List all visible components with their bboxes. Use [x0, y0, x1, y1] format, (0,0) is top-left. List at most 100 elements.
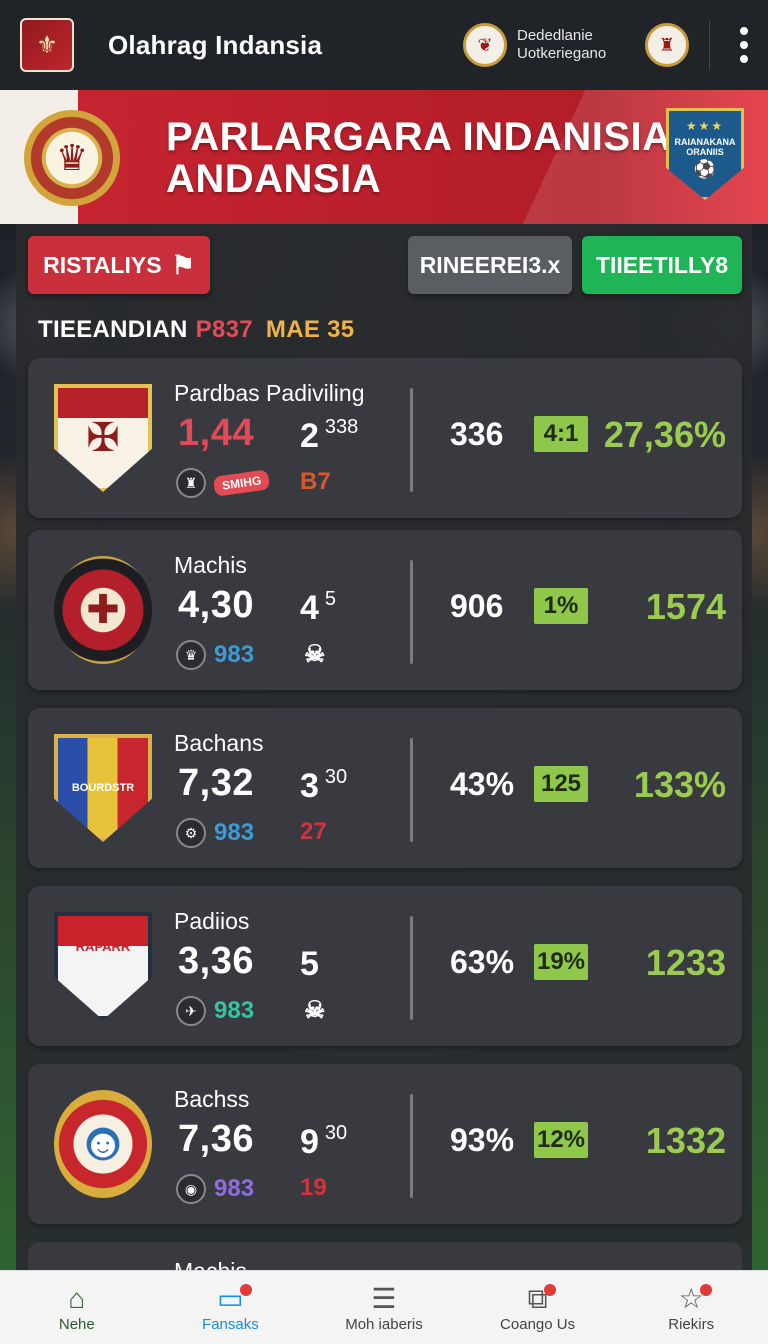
score-main: 1,44	[178, 412, 254, 454]
card-divider	[410, 560, 413, 664]
results-button[interactable]: RISTALIYS ⚑	[28, 236, 210, 294]
crest-text: RAIANAKANA ORANIIS	[674, 137, 736, 157]
club-mini-icon: ♜	[176, 468, 206, 498]
hero-banner: ♛ PARLARGARA INDANISIA ANDANSIA ★★★ RAIA…	[0, 90, 768, 224]
stat-value: 43%	[450, 766, 515, 802]
match-card[interactable]: ☻ Bachss 7,36 9 30 ◉ 983 19 93% 12% 1332	[28, 1064, 742, 1224]
team-name: Machis	[174, 552, 247, 578]
score-main: 7,36	[178, 1118, 254, 1160]
more-options-icon[interactable]	[740, 27, 748, 63]
notification-dot	[699, 1284, 712, 1296]
card-divider	[410, 1094, 413, 1198]
star-icon: ☆	[679, 1282, 712, 1316]
score-sub: 3 30	[300, 766, 347, 806]
player-icon: ☠	[304, 997, 326, 1024]
chart-icon: ⧉	[528, 1282, 556, 1316]
section-title-extra: MAE 35	[265, 316, 355, 343]
club-badge-icon[interactable]: ❦	[463, 23, 507, 67]
match-card[interactable]: RAPARR Padiios 3,36 5 ✈ 983 ☠ 63% 19% 12…	[28, 886, 742, 1046]
score-sub-value: 3	[300, 767, 319, 805]
score-sub: 2 338	[300, 416, 358, 456]
percentage-value: 133%	[633, 764, 726, 805]
nav-fansaks-label: Fansaks	[202, 1316, 259, 1333]
score-sub-sup: 30	[324, 766, 348, 788]
crest-stars-icon: ★★★	[685, 119, 725, 133]
mini-number: 983	[214, 1175, 255, 1202]
crest-ball-icon: ⚽	[693, 159, 717, 179]
mini-stats: ⚙ 983	[176, 818, 254, 848]
flag-icon: ⚑	[171, 249, 195, 280]
club-mini-icon: ⚙	[176, 818, 206, 848]
percentage-value: 1233	[645, 942, 726, 983]
nav-coango-us-label: Coango Us	[500, 1316, 576, 1333]
app-logo-icon[interactable]: ⚜	[20, 18, 74, 72]
match-card[interactable]: ✠ Pardbas Padiviling 1,44 2 338 ♜ SMIHG B…	[28, 358, 742, 518]
club-mini-icon: ◉	[176, 1174, 206, 1204]
tickets-button-label: TIIEETILLY8	[595, 251, 729, 278]
odds-badge: 4:1	[534, 416, 588, 452]
match-card[interactable]: ✚ Machis 4,30 45 ♛ 983 ☠ 906 1% 1574	[28, 530, 742, 690]
club-badge-secondary-icon[interactable]: ♜	[645, 23, 689, 67]
odds-badge: 1%	[534, 588, 588, 624]
team-crest-icon: BOURDSTR	[54, 734, 152, 842]
notification-dot	[239, 1284, 252, 1296]
main-panel: RISTALIYS ⚑ RINEEREI3.x TIIEETILLY8 TIEE…	[16, 224, 752, 1302]
notification-dot	[543, 1284, 556, 1296]
team-crest-icon: ☻	[54, 1090, 152, 1198]
percentage-value: 27,36%	[603, 414, 726, 455]
team-crest-icon: ✠	[54, 384, 152, 492]
match-card[interactable]: BOURDSTR Bachans 7,32 3 30 ⚙ 983 27 43% 1…	[28, 708, 742, 868]
mini-number: 983	[214, 997, 255, 1024]
odds-badge: 125	[534, 766, 588, 802]
stat-value: 63%	[450, 944, 515, 980]
score-sub: 5	[300, 944, 325, 984]
score-sub-sup: 5	[324, 588, 337, 610]
nav-fansaks[interactable]: ▭ Fansaks	[154, 1271, 308, 1344]
odds-badge: 19%	[534, 944, 588, 980]
nav-coango-us[interactable]: ⧉ Coango Us	[461, 1271, 615, 1344]
team-crest-icon: ✚	[54, 556, 152, 664]
club-mini-icon: ✈	[176, 996, 206, 1026]
odds-badge: 12%	[534, 1122, 588, 1158]
score-sub-value: 9	[300, 1123, 319, 1161]
score-main: 3,36	[178, 940, 254, 982]
club-line-2: Uotkeriegano	[517, 45, 607, 62]
tickets-button[interactable]: TIIEETILLY8	[582, 236, 742, 294]
rankings-button[interactable]: RINEEREI3.x	[408, 236, 572, 294]
rankings-button-label: RINEEREI3.x	[419, 251, 561, 278]
national-emblem-icon: ♛	[24, 110, 120, 206]
team-crest-icon: RAPARR	[54, 912, 152, 1020]
nav-moh-iaberis[interactable]: ☰ Moh iaberis	[307, 1271, 461, 1344]
document-icon: ☰	[371, 1283, 397, 1314]
banner-title-line-1: PARLARGARA INDANISIA	[166, 115, 672, 159]
score-sub-value: 4	[300, 589, 319, 627]
card-divider	[410, 916, 413, 1020]
banner-title: PARLARGARA INDANISIA ANDANSIA	[166, 116, 672, 200]
score-sub-value: 2	[300, 417, 319, 455]
header-divider	[709, 20, 710, 70]
percentage-value: 1574	[645, 586, 726, 627]
mini-number: 983	[214, 819, 255, 846]
club-line-1: Dededlanie	[517, 27, 593, 44]
banner-title-line-2: ANDANSIA	[166, 157, 382, 201]
extra-value: 19	[300, 1174, 327, 1201]
player-icon: ☠	[304, 641, 326, 668]
team-name: Pardbas Padiviling	[174, 380, 365, 406]
nav-home[interactable]: ⌂ Nehe	[0, 1271, 154, 1344]
mini-stats: ◉ 983	[176, 1174, 254, 1204]
nav-moh-iaberis-label: Moh iaberis	[345, 1316, 423, 1333]
nav-riekirs[interactable]: ☆ Riekirs	[614, 1271, 768, 1344]
score-sub-sup: 30	[324, 1122, 348, 1144]
club-info[interactable]: Dededlanie Uotkeriegano	[517, 27, 627, 63]
nav-riekirs-label: Riekirs	[668, 1316, 715, 1333]
stat-value: 336	[450, 416, 504, 452]
score-main: 7,32	[178, 762, 254, 804]
home-icon: ⌂	[68, 1283, 86, 1314]
crest-label: RAPARR	[75, 938, 131, 954]
stat-value: 906	[450, 588, 504, 624]
nav-home-label: Nehe	[58, 1316, 95, 1333]
mini-stats: ✈ 983	[176, 996, 254, 1026]
score-sub: 45	[300, 588, 336, 628]
mini-tag: SMIHG	[212, 469, 271, 497]
league-crest-icon: ★★★ RAIANAKANA ORANIIS ⚽	[666, 108, 744, 200]
